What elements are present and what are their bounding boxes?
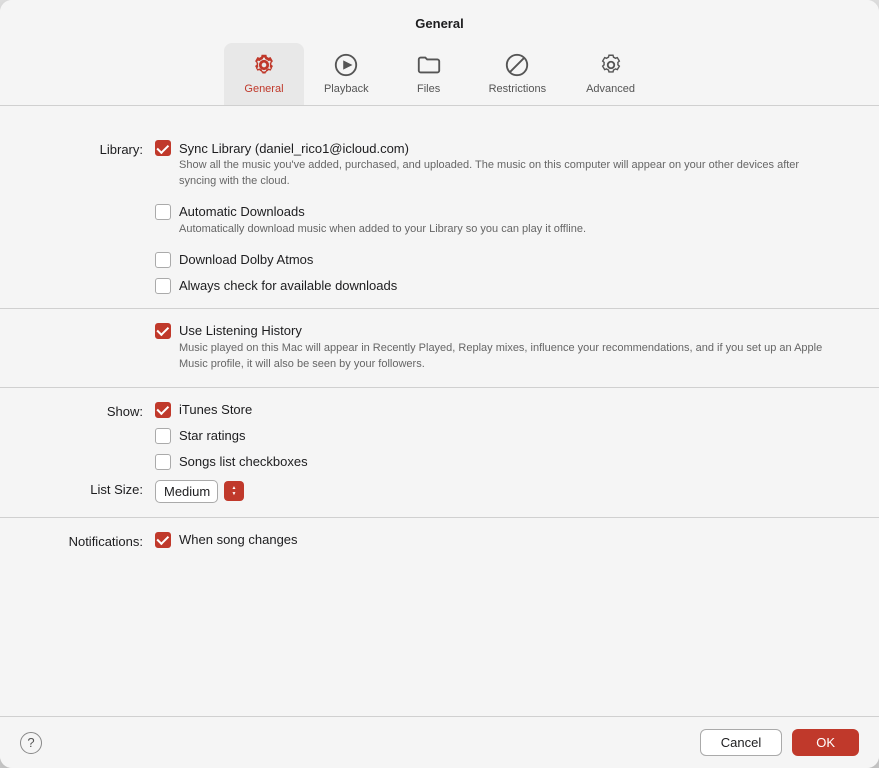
play-circle-icon [332,51,360,79]
library-section: Library: Sync Library (daniel_rico1@iclo… [0,126,879,309]
tab-restrictions-label: Restrictions [489,83,546,95]
gear-settings-icon [250,51,278,79]
bottom-bar: ? Cancel OK [0,716,879,768]
itunes-store-checkbox[interactable] [155,402,171,418]
notifications-row: Notifications: When song changes [40,532,839,549]
list-size-content: Small Medium Large [155,480,839,503]
notifications-label: Notifications: [40,532,155,549]
sync-library-checkbox[interactable] [155,140,171,156]
show-label: Show: [40,402,155,419]
preferences-window: General General [0,0,879,768]
check-downloads-label: Always check for available downloads [179,278,397,293]
window-title: General [0,16,879,31]
listening-label-empty [40,323,155,325]
songs-checkboxes-label: Songs list checkboxes [179,454,308,469]
dolby-atmos-label: Download Dolby Atmos [179,252,313,267]
button-group: Cancel OK [700,729,859,756]
help-button[interactable]: ? [20,732,42,754]
cancel-button[interactable]: Cancel [700,729,782,756]
list-size-row: List Size: Small Medium Large [40,480,839,503]
library-label: Library: [40,140,155,157]
sync-library-label: Sync Library (daniel_rico1@icloud.com) [179,141,409,156]
use-history-row: Use Listening History Music played on th… [155,323,839,373]
when-song-changes-row: When song changes [155,532,839,548]
songs-checkboxes-checkbox[interactable] [155,454,171,470]
folder-icon [415,51,443,79]
auto-downloads-row: Automatic Downloads Automatically downlo… [155,204,839,238]
use-history-label: Use Listening History [179,323,302,338]
tab-files-label: Files [417,83,440,95]
dolby-atmos-row: Download Dolby Atmos [155,252,839,268]
tab-advanced-label: Advanced [586,83,635,95]
library-row: Library: Sync Library (daniel_rico1@iclo… [40,140,839,294]
list-size-stepper[interactable] [224,481,244,501]
use-history-checkbox-row: Use Listening History [155,323,839,339]
songs-checkboxes-row: Songs list checkboxes [155,454,839,470]
tab-general[interactable]: General [224,43,304,105]
when-song-changes-label: When song changes [179,532,298,547]
listening-section: Use Listening History Music played on th… [0,309,879,388]
check-downloads-row: Always check for available downloads [155,278,839,294]
content-area: Library: Sync Library (daniel_rico1@iclo… [0,106,879,716]
sync-library-checkbox-row: Sync Library (daniel_rico1@icloud.com) [155,140,839,156]
gear-advanced-icon [597,51,625,79]
show-section: Show: iTunes Store Star ratings Songs li… [0,388,879,518]
sync-library-row: Sync Library (daniel_rico1@icloud.com) S… [155,140,839,190]
auto-downloads-checkbox[interactable] [155,204,171,220]
tab-playback-label: Playback [324,83,369,95]
itunes-store-label: iTunes Store [179,402,252,417]
auto-downloads-description: Automatically download music when added … [179,222,839,238]
notifications-section: Notifications: When song changes [0,518,879,563]
show-content: iTunes Store Star ratings Songs list che… [155,402,839,470]
star-ratings-checkbox[interactable] [155,428,171,444]
auto-downloads-checkbox-row: Automatic Downloads [155,204,839,220]
use-history-description: Music played on this Mac will appear in … [179,341,839,373]
itunes-store-row: iTunes Store [155,402,839,418]
tab-playback[interactable]: Playback [304,43,389,105]
tab-files[interactable]: Files [389,43,469,105]
library-content: Sync Library (daniel_rico1@icloud.com) S… [155,140,839,294]
title-bar: General General [0,0,879,106]
list-size-select[interactable]: Small Medium Large [164,484,211,499]
no-circle-icon [503,51,531,79]
tab-restrictions[interactable]: Restrictions [469,43,566,105]
listening-row: Use Listening History Music played on th… [40,323,839,373]
tab-advanced[interactable]: Advanced [566,43,655,105]
ok-button[interactable]: OK [792,729,859,756]
toolbar: General Playback File [0,43,879,105]
tab-general-label: General [244,83,283,95]
auto-downloads-label: Automatic Downloads [179,204,305,219]
check-downloads-checkbox[interactable] [155,278,171,294]
star-ratings-label: Star ratings [179,428,245,443]
dolby-atmos-checkbox[interactable] [155,252,171,268]
list-size-select-wrapper[interactable]: Small Medium Large [155,480,218,503]
use-history-checkbox[interactable] [155,323,171,339]
show-row: Show: iTunes Store Star ratings Songs li… [40,402,839,470]
listening-content: Use Listening History Music played on th… [155,323,839,373]
when-song-changes-checkbox[interactable] [155,532,171,548]
star-ratings-row: Star ratings [155,428,839,444]
sync-library-description: Show all the music you've added, purchas… [179,158,839,190]
list-size-label: List Size: [40,480,155,497]
notifications-content: When song changes [155,532,839,548]
